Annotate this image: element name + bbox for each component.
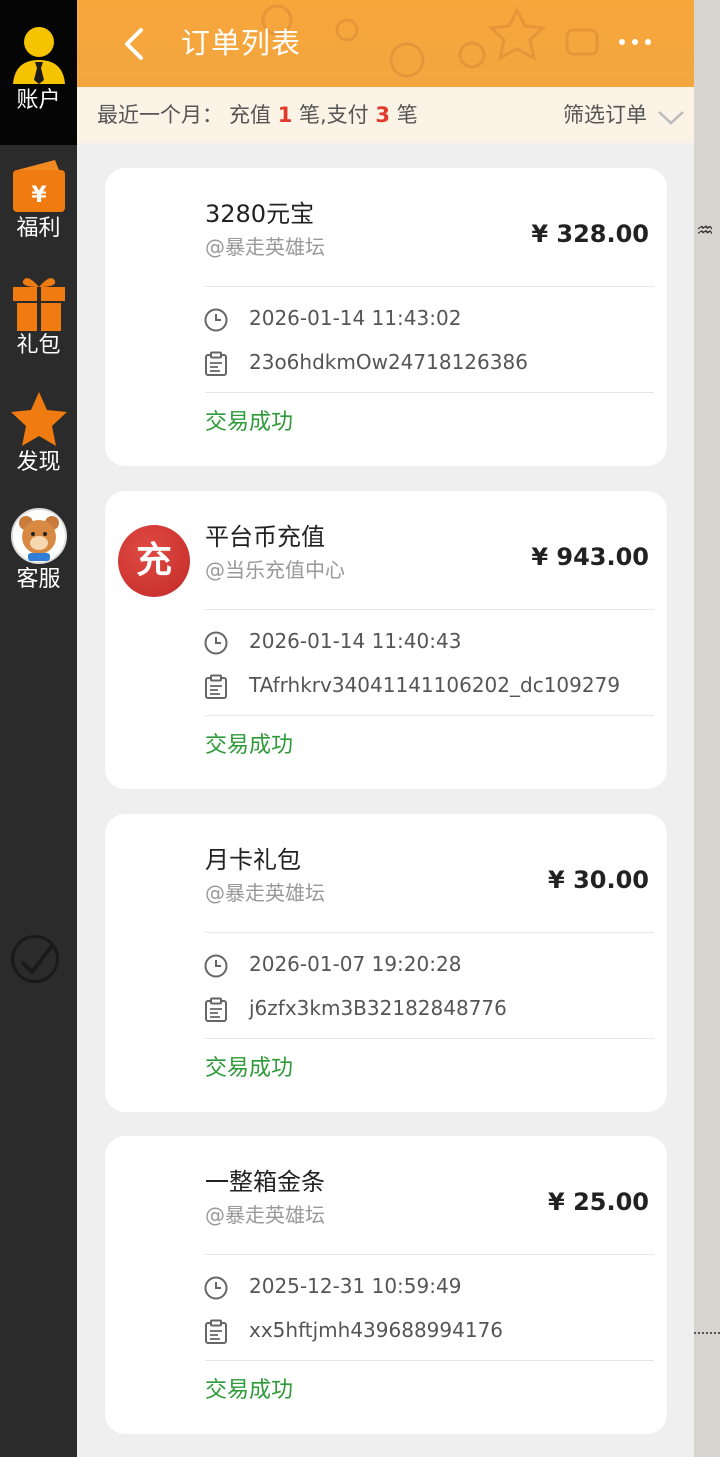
star-icon [10, 392, 67, 446]
sidebar-item-account[interactable]: 账户 [0, 24, 77, 114]
filter-label: 筛选订单 [563, 103, 647, 127]
divider [205, 609, 654, 610]
product-name: 平台币充值 [205, 523, 325, 551]
merchant-name: @当乐充值中心 [205, 558, 345, 582]
more-dot [632, 39, 638, 45]
sidebar-item-label: 礼包 [16, 333, 61, 358]
summary-recharge-label: 充值 [229, 103, 271, 127]
order-price: ¥ 943.00 [531, 543, 649, 571]
order-status: 交易成功 [205, 733, 294, 758]
account-icon [12, 27, 65, 84]
order-price: ¥ 30.00 [548, 866, 649, 894]
merchant-name: @暴走英雄坛 [205, 881, 325, 905]
sidebar-item-welfare[interactable]: ¥ 福利 [0, 156, 77, 242]
sidebar-item-label: 客服 [16, 567, 61, 592]
order-card[interactable]: 月卡礼包 @暴走英雄坛 ¥ 30.00 2026-01-07 19:20:28 … [105, 814, 667, 1112]
summary-text: 最近一个月： 充值 1 笔,支付 3 笔 [97, 101, 418, 129]
order-number: TAfrhkrv34041141106202_dc109279 [249, 673, 621, 697]
more-dots-icon [619, 39, 625, 45]
merchant-name: @暴走英雄坛 [205, 1203, 325, 1227]
order-time: 2025-12-31 10:59:49 [249, 1274, 462, 1298]
sidebar-item-discover[interactable]: 发现 [0, 390, 77, 476]
page-title: 订单列表 [181, 26, 302, 60]
clock-icon [204, 954, 228, 978]
divider [205, 1360, 654, 1361]
divider [205, 932, 654, 933]
merchant-name: @暴走英雄坛 [205, 235, 325, 259]
sidebar-item-gift[interactable]: 礼包 [0, 273, 77, 359]
chevron-down-icon [658, 111, 684, 125]
order-list-panel: 订单列表 最近一个月： 充值 1 笔,支付 3 笔 筛选订单 3280元宝 @暴走… [77, 0, 694, 1457]
filter-orders-button[interactable]: 筛选订单 [563, 101, 684, 129]
pay-count: 3 [375, 103, 390, 127]
sidebar-item-support[interactable]: 客服 [0, 507, 77, 593]
product-name: 一整箱金条 [205, 1168, 325, 1196]
recharge-logo-icon: 充 [118, 525, 190, 597]
sidebar-item-label: 发现 [16, 450, 61, 475]
background-glyph: ♒ [696, 218, 714, 242]
summary-prefix: 最近一个月： [97, 103, 223, 127]
order-card[interactable]: 一整箱金条 @暴走英雄坛 ¥ 25.00 2025-12-31 10:59:49… [105, 1136, 667, 1434]
order-status: 交易成功 [205, 1056, 294, 1081]
clock-icon [204, 1276, 228, 1300]
order-card[interactable]: 3280元宝 @暴走英雄坛 ¥ 328.00 2026-01-14 11:43:… [105, 168, 667, 466]
summary-recharge-unit: 笔,支付 [299, 103, 369, 127]
header-pattern [261, 4, 599, 78]
more-dot [645, 39, 651, 45]
order-number-icon [205, 674, 227, 699]
divider [205, 392, 654, 393]
background-game-area: ♒ [694, 0, 720, 1457]
order-number: xx5hftjmh439688994176 [249, 1318, 504, 1342]
order-price: ¥ 328.00 [531, 220, 649, 248]
order-status: 交易成功 [205, 410, 294, 435]
gift-icon [12, 278, 65, 331]
sidebar-item-label: 账户 [16, 88, 61, 113]
order-time: 2026-01-14 11:40:43 [249, 629, 462, 653]
order-time: 2026-01-07 19:20:28 [249, 952, 462, 976]
sidebar-item-label: 福利 [16, 216, 61, 241]
product-name: 3280元宝 [205, 200, 315, 228]
more-button[interactable] [615, 22, 655, 62]
divider [205, 1038, 654, 1039]
order-price: ¥ 25.00 [548, 1188, 649, 1216]
order-number-icon [205, 997, 227, 1022]
order-number-icon [205, 351, 227, 376]
svg-text:¥: ¥ [31, 183, 47, 208]
summary-bar: 最近一个月： 充值 1 笔,支付 3 笔 筛选订单 [77, 87, 694, 143]
order-card[interactable]: 充 平台币充值 @当乐充值中心 ¥ 943.00 2026-01-14 11:4… [105, 491, 667, 789]
order-number: 23o6hdkmOw24718126386 [249, 350, 528, 374]
divider [205, 286, 654, 287]
order-number: j6zfx3km3B32182848776 [249, 996, 507, 1020]
chevron-left-icon [125, 28, 143, 60]
header-bar: 订单列表 [77, 0, 694, 87]
order-status: 交易成功 [205, 1378, 294, 1403]
clock-icon [204, 631, 228, 655]
summary-pay-unit: 笔 [396, 103, 418, 127]
divider [205, 715, 654, 716]
welfare-icon: ¥ [12, 160, 65, 212]
recharge-count: 1 [277, 103, 293, 127]
back-button[interactable] [117, 24, 153, 64]
divider [205, 1254, 654, 1255]
background-dashed-line [694, 1332, 720, 1334]
product-name: 月卡礼包 [205, 846, 301, 874]
check-circle-icon [11, 935, 59, 983]
order-time: 2026-01-14 11:43:02 [249, 306, 462, 330]
support-avatar-icon [10, 508, 67, 564]
clock-icon [204, 308, 228, 332]
order-number-icon [205, 1319, 227, 1344]
floating-sidebar: 账户 ¥ 福利 礼包 发现 客服 [0, 0, 77, 1457]
